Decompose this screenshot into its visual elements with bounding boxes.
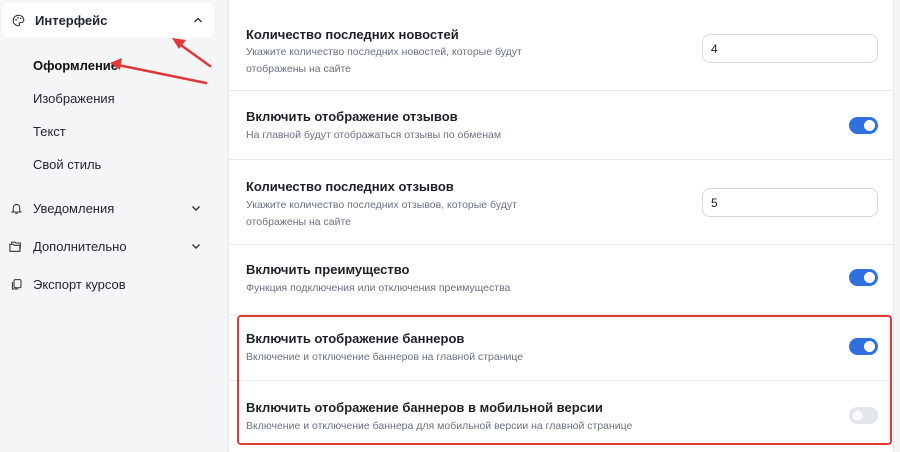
palette-icon — [11, 13, 25, 27]
setting-description: Функция подключения или отключения преим… — [246, 282, 511, 294]
sidebar-item-export-courses[interactable]: Экспорт курсов — [0, 265, 214, 303]
setting-title: Включить отображение отзывов — [246, 109, 458, 124]
news-count-input[interactable]: 4 — [702, 34, 878, 63]
setting-title: Количество последних новостей — [246, 27, 459, 42]
setting-description: Укажите количество последних отзывов, ко… — [246, 199, 517, 228]
highlight-box — [237, 315, 892, 445]
setting-row: Количество последних отзывов Укажите кол… — [229, 160, 893, 245]
sidebar-subitem-design[interactable]: Оформление — [33, 58, 118, 73]
sidebar-item-label: Экспорт курсов — [33, 276, 126, 292]
sidebar: Интерфейс Оформление Изображения Текст С… — [0, 0, 222, 452]
toggle-knob — [864, 120, 875, 131]
setting-description: Укажите количество последних новостей, к… — [246, 46, 522, 75]
setting-title: Количество последних отзывов — [246, 179, 454, 194]
sidebar-group-interface[interactable]: Интерфейс — [2, 2, 214, 38]
copy-icon — [9, 277, 23, 291]
sidebar-group-label: Дополнительно — [33, 238, 127, 254]
folders-icon — [9, 239, 23, 253]
chevron-up-icon — [194, 17, 202, 23]
sidebar-subitem-custom-style[interactable]: Свой стиль — [33, 157, 101, 172]
setting-row: Количество последних новостей Укажите ко… — [229, 0, 893, 91]
setting-title: Включить преимущество — [246, 262, 410, 277]
sidebar-group-additional[interactable]: Дополнительно — [0, 227, 214, 265]
chevron-down-icon — [192, 206, 200, 211]
sidebar-group-label: Интерфейс — [35, 12, 108, 28]
reviews-toggle[interactable] — [849, 117, 878, 134]
setting-row: Включить отображение отзывов На главной … — [229, 91, 893, 160]
advantage-toggle[interactable] — [849, 269, 878, 286]
reviews-count-input[interactable]: 5 — [702, 188, 878, 217]
sidebar-group-notifications[interactable]: Уведомления — [0, 189, 214, 227]
chevron-down-icon — [192, 244, 200, 249]
toggle-knob — [864, 272, 875, 283]
bell-icon — [9, 201, 23, 215]
sidebar-subitem-images[interactable]: Изображения — [33, 91, 115, 106]
setting-row: Включить преимущество Функция подключени… — [229, 245, 893, 315]
sidebar-subitem-text[interactable]: Текст — [33, 124, 66, 139]
sidebar-group-label: Уведомления — [33, 200, 115, 216]
setting-description: На главной будут отображаться отзывы по … — [246, 129, 502, 141]
